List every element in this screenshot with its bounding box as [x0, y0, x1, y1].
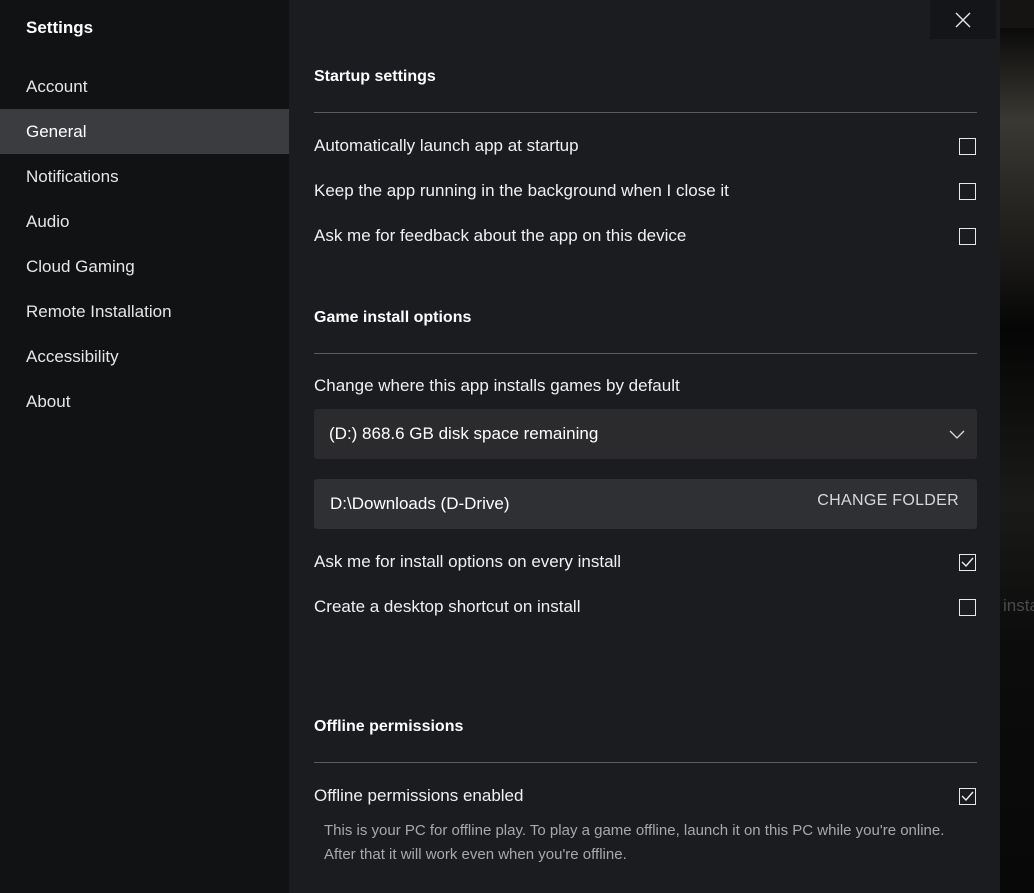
section-heading-offline: Offline permissions: [314, 718, 464, 735]
sidebar-item-remote-installation[interactable]: Remote Installation: [0, 289, 289, 334]
checkmark-icon: [961, 791, 974, 801]
sidebar-item-accessibility[interactable]: Accessibility: [0, 334, 289, 379]
close-button[interactable]: [930, 0, 996, 39]
option-offline-permissions[interactable]: Offline permissions enabled: [314, 781, 977, 811]
option-label: Create a desktop shortcut on install: [314, 597, 581, 616]
divider: [314, 112, 977, 113]
change-folder-button[interactable]: CHANGE FOLDER: [817, 492, 959, 510]
offline-description: This is your PC for offline play. To pla…: [324, 822, 945, 863]
close-icon: [955, 12, 971, 27]
option-label: Ask me for install options on every inst…: [314, 552, 622, 571]
sidebar-item-about[interactable]: About: [0, 379, 289, 424]
section-heading-startup: Startup settings: [314, 68, 436, 85]
option-auto-launch[interactable]: Automatically launch app at startup: [314, 131, 977, 161]
background-image: insta: [1000, 0, 1034, 893]
desktop-shortcut-checkbox[interactable]: [959, 598, 976, 616]
chevron-down-icon: [949, 430, 965, 439]
section-heading-install: Game install options: [314, 309, 472, 326]
option-install-options[interactable]: Ask me for install options on every inst…: [314, 547, 977, 577]
drive-select[interactable]: (D:) 868.6 GB disk space remaining: [314, 409, 977, 459]
settings-sidebar: Settings Account General Notifications A…: [0, 0, 289, 893]
sidebar-item-notifications[interactable]: Notifications: [0, 154, 289, 199]
background-partial-text: insta: [1003, 596, 1034, 615]
drive-select-value: (D:) 868.6 GB disk space remaining: [329, 424, 599, 443]
divider: [314, 762, 977, 763]
folder-path: D:\Downloads (D-Drive): [330, 494, 510, 513]
option-label: Keep the app running in the background w…: [314, 181, 729, 200]
offline-permissions-checkbox[interactable]: [959, 787, 976, 805]
checkmark-icon: [961, 557, 974, 567]
option-label: Automatically launch app at startup: [314, 136, 579, 155]
option-run-background[interactable]: Keep the app running in the background w…: [314, 176, 977, 206]
settings-content: Startup settings Automatically launch ap…: [289, 0, 1000, 893]
install-folder: D:\Downloads (D-Drive) CHANGE FOLDER: [314, 479, 977, 529]
sidebar-item-cloud-gaming[interactable]: Cloud Gaming: [0, 244, 289, 289]
option-label: Ask me for feedback about the app on thi…: [314, 226, 687, 245]
install-options-checkbox[interactable]: [959, 553, 976, 571]
install-location-label: Change where this app installs games by …: [314, 376, 680, 395]
sidebar-title: Settings: [26, 18, 94, 37]
option-label: Offline permissions enabled: [314, 786, 524, 805]
sidebar-item-general[interactable]: General: [0, 109, 289, 154]
sidebar-item-audio[interactable]: Audio: [0, 199, 289, 244]
auto-launch-checkbox[interactable]: [959, 137, 976, 155]
option-feedback[interactable]: Ask me for feedback about the app on thi…: [314, 221, 977, 251]
sidebar-item-account[interactable]: Account: [0, 64, 289, 109]
divider: [314, 353, 977, 354]
option-desktop-shortcut[interactable]: Create a desktop shortcut on install: [314, 592, 977, 622]
run-background-checkbox[interactable]: [959, 182, 976, 200]
feedback-checkbox[interactable]: [959, 227, 976, 245]
